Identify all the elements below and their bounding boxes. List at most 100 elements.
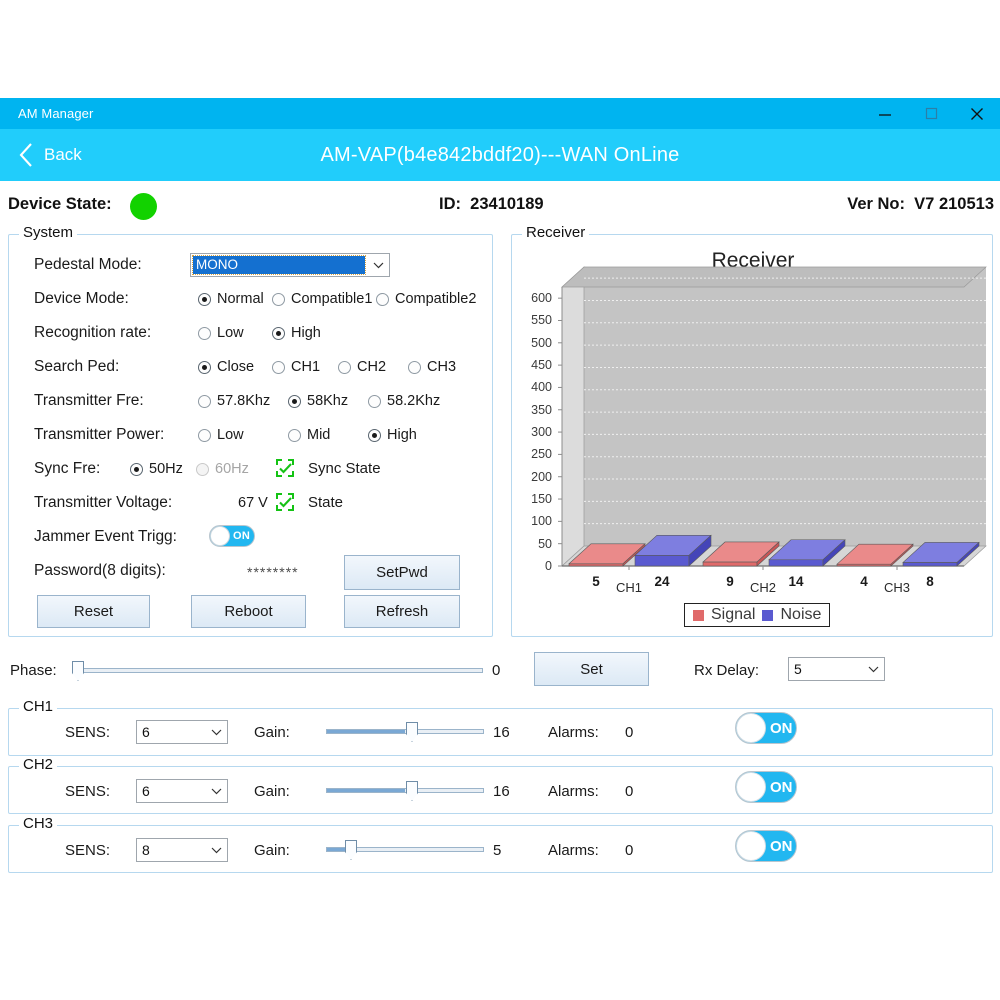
state-checkbox[interactable] (276, 493, 294, 511)
legend-swatch (693, 610, 704, 621)
ch1-sens-dropdown[interactable]: 6 (136, 720, 228, 744)
chart-bar-value: 4 (860, 574, 868, 589)
device-state-led (130, 193, 157, 220)
pedestal-mode-label: Pedestal Mode: (34, 256, 142, 274)
ch2-alarms-label: Alarms: (548, 783, 599, 800)
ch2-sens-value: 6 (137, 783, 205, 799)
radio-transmitter-power-mid[interactable]: Mid (288, 427, 330, 443)
back-button[interactable]: Back (18, 129, 82, 181)
radio-label: Low (217, 427, 244, 443)
radio-label: Low (217, 325, 244, 341)
ch3-gain-label: Gain: (254, 842, 290, 859)
radio-dot-icon (272, 327, 285, 340)
chart-y-tick: 550 (518, 313, 552, 327)
status-row: Device State: ID: 23410189 Ver No: V7 21… (0, 188, 1000, 226)
ch1-power-toggle[interactable]: ON (735, 712, 797, 744)
ch2-sens-dropdown[interactable]: 6 (136, 779, 228, 803)
close-button[interactable] (954, 98, 1000, 129)
radio-dot-icon (198, 429, 211, 442)
radio-transmitter-fre-58[interactable]: 58Khz (288, 393, 348, 409)
radio-dot-icon (272, 361, 285, 374)
radio-label: 57.8Khz (217, 393, 270, 409)
window-controls (862, 98, 1000, 129)
sync-fre-label: Sync Fre: (34, 460, 100, 478)
radio-label: 50Hz (149, 461, 183, 477)
phase-slider-track[interactable] (78, 668, 483, 673)
rx-delay-dropdown[interactable]: 5 (788, 657, 885, 681)
ch1-alarms-label: Alarms: (548, 724, 599, 741)
radio-device-mode-compatible2[interactable]: Compatible2 (376, 291, 476, 307)
phase-label: Phase: (10, 662, 57, 679)
ch2-alarms-value: 0 (625, 783, 633, 800)
reboot-button[interactable]: Reboot (191, 595, 306, 628)
refresh-button[interactable]: Refresh (344, 595, 460, 628)
radio-sync-fre-50hz[interactable]: 50Hz (130, 461, 183, 477)
radio-dot-icon (288, 429, 301, 442)
radio-search-ped-close[interactable]: Close (198, 359, 254, 375)
radio-label: CH1 (291, 359, 320, 375)
radio-transmitter-power-high[interactable]: High (368, 427, 417, 443)
chart-y-tick: 450 (518, 358, 552, 372)
jammer-event-toggle[interactable]: ON (209, 525, 255, 547)
chart-y-tick: 600 (518, 291, 552, 305)
radio-device-mode-compatible1[interactable]: Compatible1 (272, 291, 372, 307)
radio-transmitter-fre-582[interactable]: 58.2Khz (368, 393, 440, 409)
page-header-banner: AM-VAP(b4e842bddf20)---WAN OnLine Back (0, 129, 1000, 181)
ch3-gain-value: 5 (493, 842, 501, 859)
chart-bar-value: 9 (726, 574, 734, 589)
page-title: AM-VAP(b4e842bddf20)---WAN OnLine (0, 129, 1000, 181)
radio-transmitter-fre-578[interactable]: 57.8Khz (198, 393, 270, 409)
setpwd-button[interactable]: SetPwd (344, 555, 460, 590)
ch2-power-toggle[interactable]: ON (735, 771, 797, 803)
radio-label: Compatible1 (291, 291, 372, 307)
chart-y-tick: 200 (518, 470, 552, 484)
pedestal-mode-dropdown[interactable]: MONO (190, 253, 390, 277)
device-id: ID: 23410189 (439, 188, 544, 220)
ch3-power-toggle[interactable]: ON (735, 830, 797, 862)
maximize-icon (925, 107, 938, 120)
set-button[interactable]: Set (534, 652, 649, 686)
ch1-gain-track[interactable] (326, 729, 484, 734)
radio-dot-icon (376, 293, 389, 306)
radio-search-ped-ch2[interactable]: CH2 (338, 359, 386, 375)
radio-transmitter-power-low[interactable]: Low (198, 427, 244, 443)
radio-search-ped-ch1[interactable]: CH1 (272, 359, 320, 375)
transmitter-fre-label: Transmitter Fre: (34, 392, 144, 410)
ch3-alarms-label: Alarms: (548, 842, 599, 859)
reset-button[interactable]: Reset (37, 595, 150, 628)
radio-label: 58Khz (307, 393, 348, 409)
radio-dot-icon (130, 463, 143, 476)
ch2-legend: CH2 (19, 756, 57, 773)
am-manager-window: AM Manager AM-VAP(b4e842bddf20)---WA (0, 0, 1000, 1000)
device-state-label: Device State: (8, 188, 112, 220)
ch1-gain-value: 16 (493, 724, 510, 741)
radio-search-ped-ch3[interactable]: CH3 (408, 359, 456, 375)
ch1-gain-fill (327, 730, 405, 733)
ch3-sens-dropdown[interactable]: 8 (136, 838, 228, 862)
radio-recognition-high[interactable]: High (272, 325, 321, 341)
radio-device-mode-normal[interactable]: Normal (198, 291, 264, 307)
radio-dot-icon (338, 361, 351, 374)
chevron-left-icon (18, 142, 35, 168)
ch2-sens-label: SENS: (65, 783, 110, 800)
ch3-legend: CH3 (19, 815, 57, 832)
radio-label: Close (217, 359, 254, 375)
ch1-legend: CH1 (19, 698, 57, 715)
maximize-button[interactable] (908, 98, 954, 129)
ch1-sens-label: SENS: (65, 724, 110, 741)
chart-x-tick: CH3 (884, 580, 910, 595)
ch3-toggle-state: ON (770, 838, 793, 855)
version-label: Ver No: (847, 195, 905, 213)
chart-bar-value: 8 (926, 574, 934, 589)
ch2-toggle-state: ON (770, 779, 793, 796)
chart-y-tick: 0 (518, 559, 552, 573)
radio-recognition-low[interactable]: Low (198, 325, 244, 341)
ch2-gain-track[interactable] (326, 788, 484, 793)
sync-state-checkbox[interactable] (276, 459, 294, 477)
minimize-icon (878, 108, 892, 120)
radio-sync-fre-60hz[interactable]: 60Hz (196, 461, 249, 477)
minimize-button[interactable] (862, 98, 908, 129)
radio-label: High (291, 325, 321, 341)
check-icon (279, 463, 292, 474)
phase-slider-thumb[interactable] (72, 661, 84, 681)
